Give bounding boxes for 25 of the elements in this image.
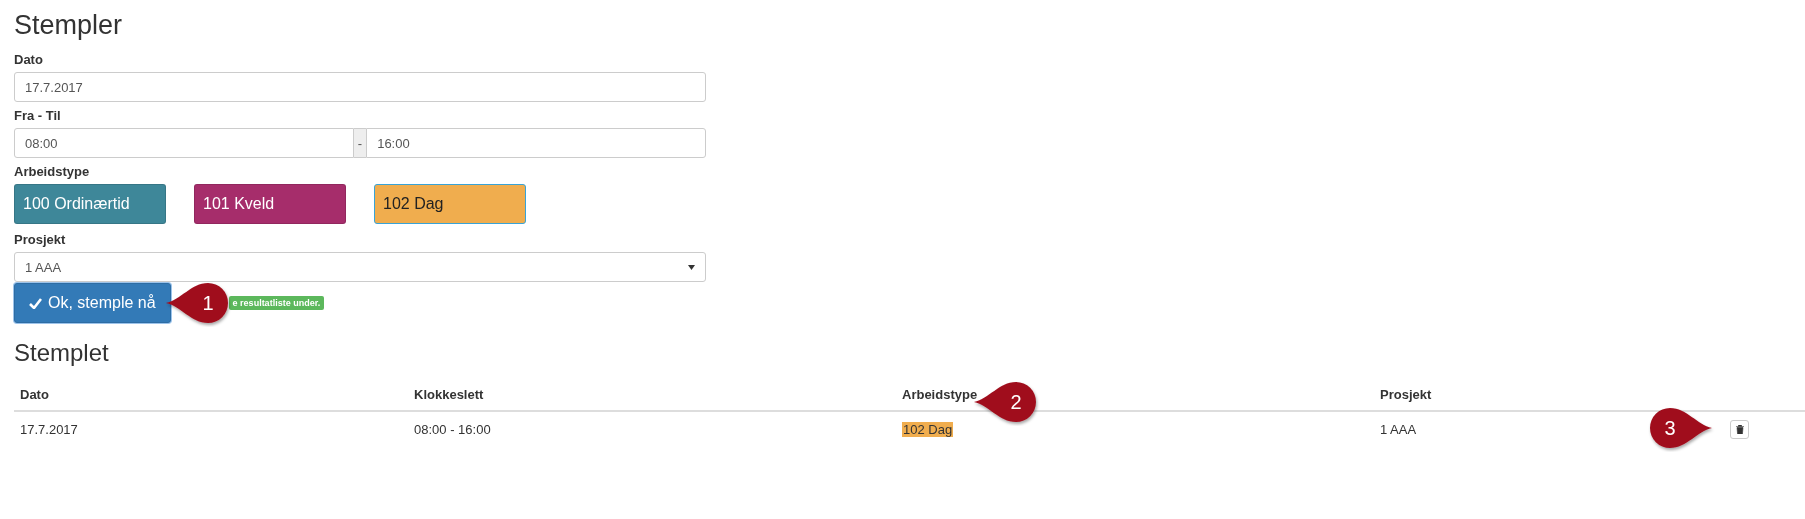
- field-label: Fra - Til: [14, 108, 62, 123]
- check-icon: [29, 297, 42, 309]
- worktype-button[interactable]: 100 Ordinærtid: [14, 184, 166, 224]
- project-select[interactable]: 1 AAA: [14, 252, 706, 282]
- date-field[interactable]: 17.7.2017: [14, 72, 706, 102]
- worktype-button[interactable]: 102 Dag: [374, 184, 526, 224]
- trash-icon: [1735, 425, 1744, 434]
- caret-icon: [688, 264, 695, 270]
- table-cell: 08:00 - 16:00: [414, 422, 491, 437]
- from-time-field[interactable]: 08:00: [14, 128, 354, 158]
- column-header: Klokkeslett: [408, 379, 896, 411]
- worktype-button[interactable]: 101 Kveld: [194, 184, 346, 224]
- status-label: e resultatliste under.: [228, 296, 325, 310]
- field-label: Prosjekt: [14, 232, 67, 247]
- table-cell: 17.7.2017: [20, 422, 78, 437]
- worktype-tag: 102 Dag: [902, 422, 954, 437]
- page-title: Stempler: [14, 10, 124, 40]
- delete-button[interactable]: [1730, 420, 1749, 439]
- table-cell: 1 AAA: [1380, 422, 1417, 437]
- to-time-field[interactable]: 16:00: [366, 128, 706, 158]
- field-label: Dato: [14, 52, 44, 67]
- field-label: Arbeidstype: [14, 164, 91, 179]
- submit-button[interactable]: Ok, stemple nå: [14, 283, 171, 323]
- section-title: Stemplet: [14, 339, 110, 367]
- column-header: Dato: [14, 379, 408, 411]
